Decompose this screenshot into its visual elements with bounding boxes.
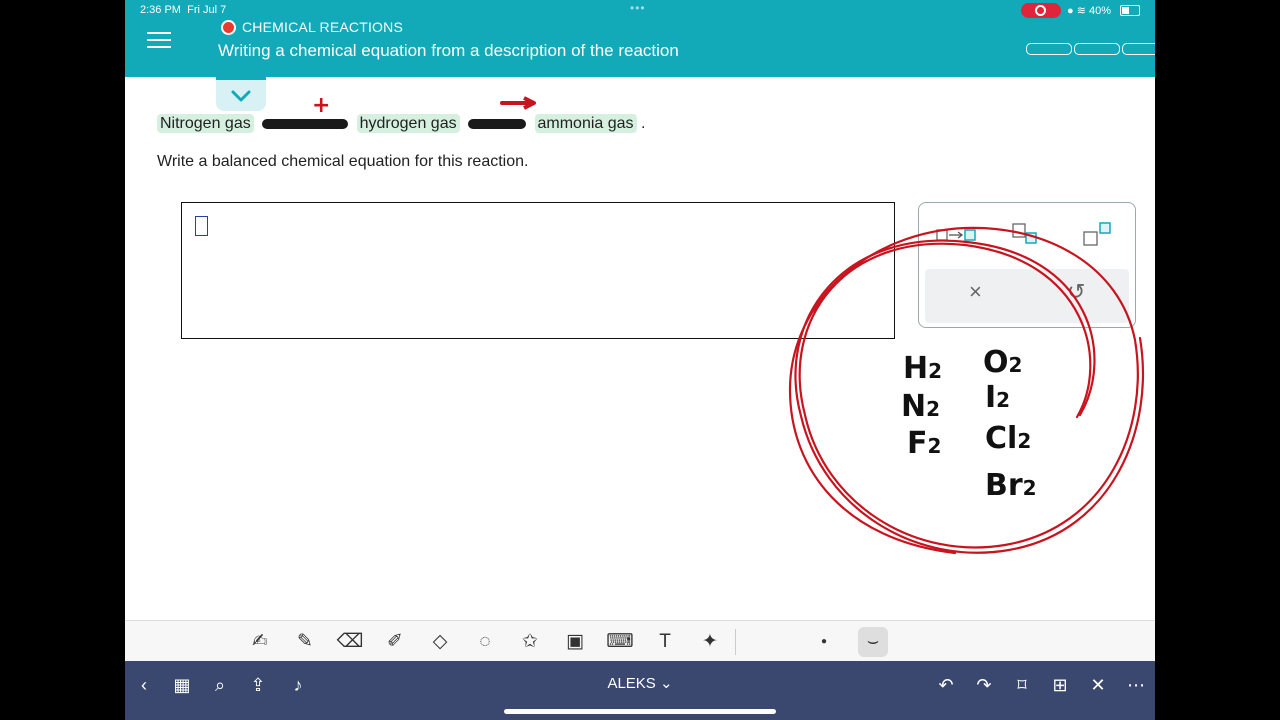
answer-input[interactable] xyxy=(181,202,895,339)
formula-notes: H2 N2 F2 O2 I2 Cl2 Br2 xyxy=(901,345,1037,503)
subscript-icon xyxy=(1012,223,1037,244)
reactant-1: Nitrogen gas xyxy=(157,114,254,133)
note-formula: I2 xyxy=(985,380,1010,415)
more-icon[interactable]: ⋯ xyxy=(1123,672,1149,698)
progress-indicator xyxy=(1026,43,1155,55)
battery-icon xyxy=(1120,5,1140,16)
header-bar: 2:36 PM Fri Jul 7 ••• ● ≋ 40% CHEMICAL R… xyxy=(125,0,1155,77)
formula-palette: × ↺ xyxy=(918,202,1136,328)
home-indicator[interactable] xyxy=(504,709,776,714)
menu-button[interactable] xyxy=(137,22,179,58)
note-formula: O2 xyxy=(983,345,1022,380)
scribbled-word xyxy=(262,118,349,129)
search-icon[interactable]: ⌕ xyxy=(207,672,233,698)
share-icon[interactable]: ⇪ xyxy=(245,672,271,698)
stroke-curve-icon[interactable]: ⌣ xyxy=(858,627,888,657)
wifi-icon: ● ≋ xyxy=(1067,5,1086,17)
instruction-text: Write a balanced chemical equation for t… xyxy=(157,153,529,170)
laser-pointer-icon[interactable]: ✦ xyxy=(695,627,725,657)
clear-icon[interactable]: × xyxy=(969,279,982,305)
highlighter-tool-icon[interactable]: ✐ xyxy=(380,627,410,657)
question-text: Nitrogen gas hydrogen gas ammonia gas . xyxy=(157,114,646,133)
note-formula: Br2 xyxy=(985,468,1037,503)
sticker-tool-icon[interactable]: ✩ xyxy=(515,627,545,657)
screen-record-icon xyxy=(1021,3,1061,18)
undo-icon[interactable]: ↶ xyxy=(933,672,959,698)
keyboard-tool-icon[interactable]: ⌨ xyxy=(605,627,635,657)
scribbled-word xyxy=(468,118,527,129)
markup-toolbar: ✍ ✎ ⌫ ✐ ◇ ◌ ✩ ▣ ⌨ T ✦ ● ⌣ xyxy=(125,620,1155,662)
signature-tool-icon[interactable]: ✍ xyxy=(245,627,275,657)
multitask-dots[interactable]: ••• xyxy=(630,1,646,15)
subscript-button[interactable] xyxy=(1005,217,1055,251)
stroke-dot-icon[interactable]: ● xyxy=(809,627,839,657)
arrow-annotation-head xyxy=(523,96,536,110)
sentence-end: . xyxy=(641,115,646,132)
reaction-arrow-icon xyxy=(936,229,976,241)
status-date: Fri Jul 7 xyxy=(187,4,227,16)
eraser-tool-icon[interactable]: ⌫ xyxy=(335,627,365,657)
pen-tool-icon[interactable]: ✎ xyxy=(290,627,320,657)
note-formula: H2 xyxy=(903,351,942,386)
grid-icon[interactable]: ▦ xyxy=(169,672,195,698)
menu-icon-line xyxy=(147,46,171,48)
shapes-tool-icon[interactable]: ◇ xyxy=(425,627,455,657)
progress-segment xyxy=(1122,43,1155,55)
close-icon[interactable]: ✕ xyxy=(1085,672,1111,698)
bookmark-icon[interactable]: ⌑ xyxy=(1009,672,1035,698)
progress-segment xyxy=(1074,43,1120,55)
document-title-menu[interactable]: ALEKS ⌄ xyxy=(595,674,685,692)
input-cursor xyxy=(195,216,208,236)
menu-icon-line xyxy=(147,39,171,41)
progress-segment xyxy=(1026,43,1072,55)
reactant-2: hydrogen gas xyxy=(356,114,460,133)
superscript-icon xyxy=(1083,222,1111,246)
topic-status-icon xyxy=(221,20,236,35)
superscript-button[interactable] xyxy=(1079,217,1129,251)
back-icon[interactable]: ‹ xyxy=(131,672,157,698)
note-formula: F2 xyxy=(907,426,941,461)
note-formula: N2 xyxy=(901,389,940,424)
collapse-toggle[interactable] xyxy=(216,77,266,111)
lasso-tool-icon[interactable]: ◌ xyxy=(470,627,500,657)
mic-icon[interactable]: ♪ xyxy=(285,672,311,698)
undo-icon[interactable]: ↺ xyxy=(1067,279,1085,305)
product: ammonia gas xyxy=(534,114,637,133)
chevron-down-icon xyxy=(231,90,251,102)
reaction-arrow-button[interactable] xyxy=(931,217,981,251)
add-page-icon[interactable]: ⊞ xyxy=(1047,672,1073,698)
battery-percent: 40% xyxy=(1088,5,1112,17)
palette-actions: × ↺ xyxy=(925,269,1129,323)
status-right: ● ≋ 40% xyxy=(1067,4,1111,17)
menu-icon-line xyxy=(147,32,171,34)
page-title: Writing a chemical equation from a descr… xyxy=(218,41,679,60)
status-time: 2:36 PM xyxy=(140,4,181,16)
image-tool-icon[interactable]: ▣ xyxy=(560,627,590,657)
note-formula: Cl2 xyxy=(985,421,1031,456)
text-tool-icon[interactable]: T xyxy=(650,627,680,657)
topic-label: CHEMICAL REACTIONS xyxy=(242,19,403,35)
redo-icon[interactable]: ↷ xyxy=(971,672,997,698)
status-bar: 2:36 PM Fri Jul 7 ••• ● ≋ 40% xyxy=(125,0,1155,20)
app-nav-bar: ‹ ▦ ⌕ ⇪ ♪ ALEKS ⌄ ↶ ↷ ⌑ ⊞ ✕ ⋯ xyxy=(125,661,1155,720)
screen: 2:36 PM Fri Jul 7 ••• ● ≋ 40% CHEMICAL R… xyxy=(125,0,1155,720)
toolbar-divider xyxy=(735,629,736,655)
